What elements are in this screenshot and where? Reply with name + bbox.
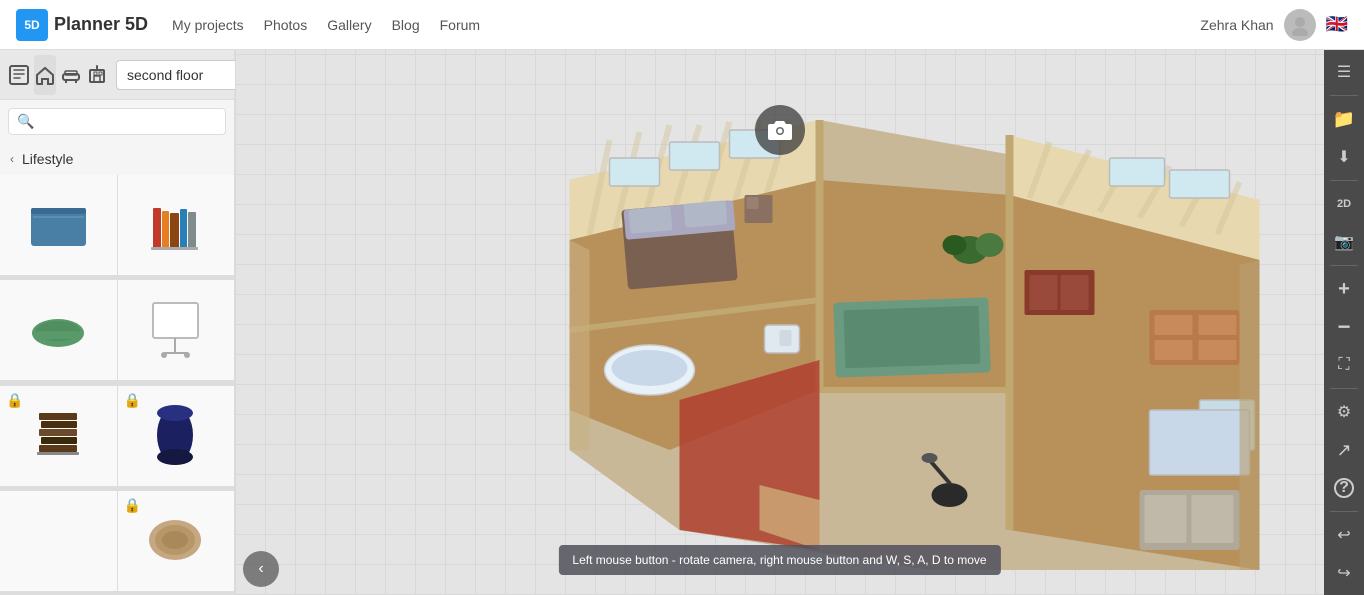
nav-links: My projects Photos Gallery Blog Forum [172, 17, 480, 33]
main-layout: first floor second floor third floor ▼ 🔍… [0, 50, 1364, 595]
category-arrow-icon: ‹ [10, 152, 14, 166]
item-bathtub-img [23, 295, 93, 365]
item-bathtub[interactable] [0, 280, 117, 380]
item-blue-book[interactable] [0, 175, 117, 275]
item-dark-books[interactable]: 🔒 [0, 386, 117, 486]
category-label: Lifestyle [22, 151, 73, 167]
right-sidebar: ☰ 📁 ⬇ 2D 📷 + − ⛶ ⚙ ↗ [1324, 50, 1364, 595]
lock-icon-2: 🔒 [124, 392, 141, 409]
download-button[interactable]: ⬇ [1326, 139, 1362, 175]
item-blue-book-img [23, 190, 93, 260]
fit-icon: ⛶ [1338, 356, 1349, 374]
item-whiteboard[interactable] [118, 280, 235, 380]
menu-button[interactable]: ☰ [1326, 54, 1362, 90]
fit-button[interactable]: ⛶ [1326, 347, 1362, 383]
zoom-out-button[interactable]: − [1326, 309, 1362, 345]
undo-icon: ↩ [1337, 525, 1350, 545]
nav-forum[interactable]: Forum [440, 17, 480, 33]
undo-button[interactable]: ↩ [1326, 517, 1362, 553]
category-header[interactable]: ‹ Lifestyle [0, 143, 234, 175]
nav-gallery[interactable]: Gallery [327, 17, 371, 33]
search-input[interactable] [40, 114, 217, 129]
screenshot-button[interactable]: 📷 [1326, 224, 1362, 260]
tool-building-button[interactable] [86, 55, 108, 95]
redo-icon: ↪ [1337, 563, 1350, 583]
divider-4 [1330, 388, 1358, 389]
item-blue-roll[interactable]: 🔒 [118, 386, 235, 486]
nav-right: Zehra Khan 🇬🇧 [1200, 9, 1348, 41]
item-7[interactable] [0, 491, 117, 591]
nav-my-projects[interactable]: My projects [172, 17, 244, 33]
menu-icon: ☰ [1337, 62, 1351, 82]
zoom-out-icon: − [1338, 316, 1351, 338]
search-bar: 🔍 [0, 100, 234, 143]
settings-icon: ⚙ [1337, 402, 1351, 422]
item-7-img [23, 506, 93, 576]
divider-1 [1330, 95, 1358, 96]
item-color-books[interactable] [118, 175, 235, 275]
share-button[interactable]: ↗ [1326, 432, 1362, 468]
tool-furniture-button[interactable] [60, 55, 82, 95]
item-color-books-img [141, 190, 211, 260]
logo-icon: 5D [16, 9, 48, 41]
logo[interactable]: 5D Planner 5D [16, 9, 148, 41]
divider-2 [1330, 180, 1358, 181]
item-whiteboard-img [141, 295, 211, 365]
camera-icon: 📷 [1334, 232, 1354, 252]
left-sidebar: first floor second floor third floor ▼ 🔍… [0, 50, 235, 595]
top-navigation: 5D Planner 5D My projects Photos Gallery… [0, 0, 1364, 50]
folder-icon: 📁 [1333, 109, 1355, 130]
2d-button[interactable]: 2D [1326, 186, 1362, 222]
help-button[interactable]: ? [1326, 470, 1362, 506]
item-rug-img [141, 506, 211, 576]
item-blue-roll-img [141, 401, 211, 471]
toolbar: first floor second floor third floor ▼ [0, 50, 234, 100]
back-arrow-button[interactable]: ‹ [243, 551, 279, 587]
search-input-wrapper: 🔍 [8, 108, 226, 135]
zoom-in-button[interactable]: + [1326, 271, 1362, 307]
tooltip-box: Left mouse button - rotate camera, right… [558, 545, 1000, 575]
item-rug[interactable]: 🔒 [118, 491, 235, 591]
download-icon: ⬇ [1337, 147, 1350, 167]
tooltip-text: Left mouse button - rotate camera, right… [572, 553, 986, 567]
viewport[interactable]: ‹ Left mouse button - rotate camera, rig… [235, 50, 1324, 595]
zoom-in-icon: + [1338, 278, 1350, 301]
2d-label: 2D [1337, 198, 1351, 210]
lock-icon: 🔒 [6, 392, 23, 409]
nav-blog[interactable]: Blog [392, 17, 420, 33]
tool-new-button[interactable] [8, 55, 30, 95]
nav-photos[interactable]: Photos [264, 17, 308, 33]
files-button[interactable]: 📁 [1326, 101, 1362, 137]
item-dark-books-img [23, 401, 93, 471]
share-icon: ↗ [1336, 440, 1351, 461]
divider-3 [1330, 265, 1358, 266]
flag-icon: 🇬🇧 [1326, 14, 1348, 35]
help-icon: ? [1334, 478, 1354, 498]
divider-5 [1330, 511, 1358, 512]
user-avatar[interactable] [1284, 9, 1316, 41]
camera-button[interactable] [755, 105, 805, 155]
tool-home-button[interactable] [34, 55, 56, 95]
search-icon: 🔍 [17, 113, 34, 130]
logo-text: Planner 5D [54, 14, 148, 35]
lock-icon-3: 🔒 [124, 497, 141, 514]
items-grid: 🔒 🔒 [0, 175, 234, 595]
settings-button[interactable]: ⚙ [1326, 394, 1362, 430]
user-name: Zehra Khan [1200, 17, 1273, 33]
redo-button[interactable]: ↪ [1326, 555, 1362, 591]
